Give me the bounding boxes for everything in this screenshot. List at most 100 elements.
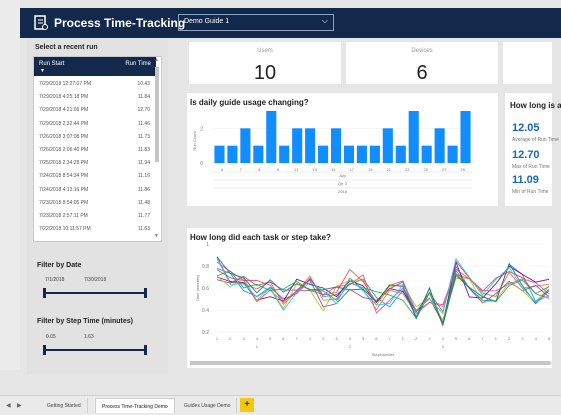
slider-track: [43, 349, 147, 351]
chevron-down-icon: ⌵: [321, 16, 328, 25]
table-row[interactable]: 7/26/2018 3:07:08 PM 11.73: [34, 131, 156, 142]
bar: [305, 128, 316, 163]
column-header-run-time[interactable]: Run Time: [125, 61, 151, 67]
tab-getting-started[interactable]: Getting Started: [41, 398, 88, 413]
tab-guides-usage-demo[interactable]: Guides Usage Demo: [178, 398, 238, 413]
x-tick-label: 2: [322, 336, 325, 341]
sort-desc-icon[interactable]: ▼: [40, 68, 45, 74]
guide-icon: [34, 15, 48, 30]
y-tick-label: 0.4: [202, 308, 209, 314]
x-tick-label: 5: [548, 336, 551, 341]
add-page-button[interactable]: +: [240, 398, 254, 412]
x-tick-label: 3: [242, 336, 245, 341]
usage-bar-chart: Run Count 0 2 6 7 8 9 11 13 15 17 19 21 23 25 27 29 July Q…: [192, 111, 472, 194]
table-row[interactable]: 7/29/2018 2:32:44 PM 11.46: [34, 118, 156, 129]
x-tick-label: 7: [481, 336, 484, 341]
table-row[interactable]: 7/24/2018 8:54:34 PM 11.16: [34, 170, 156, 181]
x-tick-label: 27: [442, 167, 447, 172]
bar: [214, 145, 225, 163]
date-range-slider[interactable]: [43, 288, 147, 298]
x-tick-label: 8: [258, 167, 261, 172]
scroll-thumb[interactable]: [190, 361, 550, 365]
x-tick-label: 17: [350, 167, 355, 172]
table-row[interactable]: 7/29/2018 4:25:18 PM 11.84: [34, 91, 156, 102]
tab-scroll-right-icon[interactable]: ▶: [17, 402, 22, 409]
x-tick-label: 4: [535, 336, 538, 341]
min-run-time-label: Min of Run Time: [512, 189, 549, 195]
run-time-cell: 11.46: [137, 120, 150, 127]
table-row[interactable]: 7/23/2018 2:57:11 PM 11.77: [34, 210, 156, 221]
tab-scroll-left-icon[interactable]: ◀: [6, 402, 11, 409]
x-tick-label: 4: [256, 336, 259, 341]
run-start-cell: 7/23/2018 2:57:11 PM: [39, 213, 88, 219]
run-time-cell: 11.48: [137, 199, 150, 206]
slider-handle-end[interactable]: [144, 288, 147, 298]
series-line: [216, 261, 550, 314]
series-line: [216, 257, 550, 315]
runs-table[interactable]: Run Start Run Time ▼ 7/29/2018 12:27:07 …: [33, 56, 162, 242]
run-start-cell: 7/24/2018 4:13:16 PM: [39, 186, 89, 193]
table-row[interactable]: 7/29/2018 4:21:06 PM 12.70: [34, 104, 156, 115]
slider-handle-end[interactable]: [144, 345, 147, 355]
devices-value: 6: [416, 62, 428, 84]
bar: [447, 145, 458, 163]
avg-run-time-value: 12.05: [512, 122, 540, 134]
column-header-run-start[interactable]: Run Start: [39, 61, 64, 67]
x-tick-label: 25: [424, 167, 429, 172]
run-time-cell: 11.63: [137, 226, 150, 233]
table-row[interactable]: 7/29/2018 12:27:07 PM 10.43: [34, 78, 156, 89]
x-tick-label: 7: [389, 336, 392, 341]
table-row[interactable]: 7/26/2018 2:06:40 PM 11.83: [34, 144, 156, 155]
guide-select[interactable]: Demo Guide 1 ⌵: [178, 14, 334, 31]
x-group-label: July: [339, 173, 346, 178]
run-time-cell: 12.70: [137, 107, 150, 114]
run-time-cell: 11.86: [137, 186, 150, 193]
filter-date-title: Filter by Date: [37, 262, 82, 269]
filter-date-to[interactable]: 7/30/2018: [84, 277, 106, 283]
x-tick-label: 6: [468, 336, 471, 341]
table-row[interactable]: 7/23/2018 8:54:05 PM 11.48: [34, 197, 156, 208]
x-group-label: 1: [256, 344, 259, 349]
scroll-thumb[interactable]: [155, 67, 159, 162]
task-line-chart: Time (minutes) 0.2 0.4 0.6 0.8 1 1 2 3 4 5 6 7 1 2 3 4 5 6…: [195, 242, 551, 357]
filter-step-min[interactable]: 0.05: [46, 334, 56, 340]
table-row[interactable]: 7/25/2018 2:34:28 PM 11.94: [34, 157, 156, 168]
scroll-down-icon[interactable]: ▼: [154, 233, 159, 239]
how-long-card[interactable]: How long is a 12.05 Average of Run Time …: [505, 93, 561, 206]
x-tick-label: 13: [313, 167, 318, 172]
task-chart-card[interactable]: How long did each task or step take? Tim…: [187, 228, 552, 368]
y-axis-label: Run Count: [192, 131, 197, 151]
table-row[interactable]: 7/22/2018 10:11:57 PM 11.63: [34, 223, 156, 234]
x-tick-label: 2: [415, 336, 418, 341]
x-group-label: Qtr 3: [338, 181, 348, 186]
devices-card[interactable]: Devices 6: [346, 42, 498, 84]
table-row[interactable]: 7/24/2018 4:13:16 PM 11.86: [34, 184, 156, 195]
filter-date-from[interactable]: 7/1/2018: [45, 277, 64, 283]
page-title: Process Time-Tracking: [54, 16, 186, 30]
kpi-card-cutoff[interactable]: [503, 42, 552, 84]
step-time-slider[interactable]: [43, 345, 147, 355]
runs-scrollbar[interactable]: ▲ ▼: [154, 57, 160, 241]
run-start-cell: 7/23/2018 8:54:05 PM: [39, 199, 89, 206]
x-tick-label: 5: [269, 336, 272, 341]
slider-handle-start[interactable]: [43, 288, 46, 298]
bar: [434, 128, 445, 163]
tab-process-time-tracking-demo[interactable]: Process Time-Tracking Demo: [95, 398, 175, 413]
x-tick-label: 23: [405, 167, 410, 172]
run-time-cell: 11.83: [137, 147, 150, 153]
x-tick-label: 3: [521, 336, 524, 341]
chart-horizontal-scrollbar[interactable]: [190, 361, 552, 365]
scroll-up-icon[interactable]: ▲: [154, 57, 159, 63]
filter-step-max[interactable]: 1.63: [84, 334, 94, 340]
slider-track: [43, 292, 147, 294]
run-time-cell: 11.84: [137, 94, 150, 101]
users-label: Users: [257, 48, 273, 54]
users-card[interactable]: Users 10: [189, 42, 341, 84]
usage-chart-card[interactable]: Is daily guide usage changing? Run Count…: [187, 93, 498, 206]
slider-handle-start[interactable]: [43, 345, 46, 355]
run-time-cell: 10.43: [137, 81, 150, 87]
run-start-cell: 7/26/2018 3:07:08 PM: [39, 133, 89, 140]
y-tick-label: 0: [200, 161, 203, 167]
bar: [382, 128, 393, 163]
run-start-cell: 7/26/2018 2:06:40 PM: [39, 147, 89, 153]
